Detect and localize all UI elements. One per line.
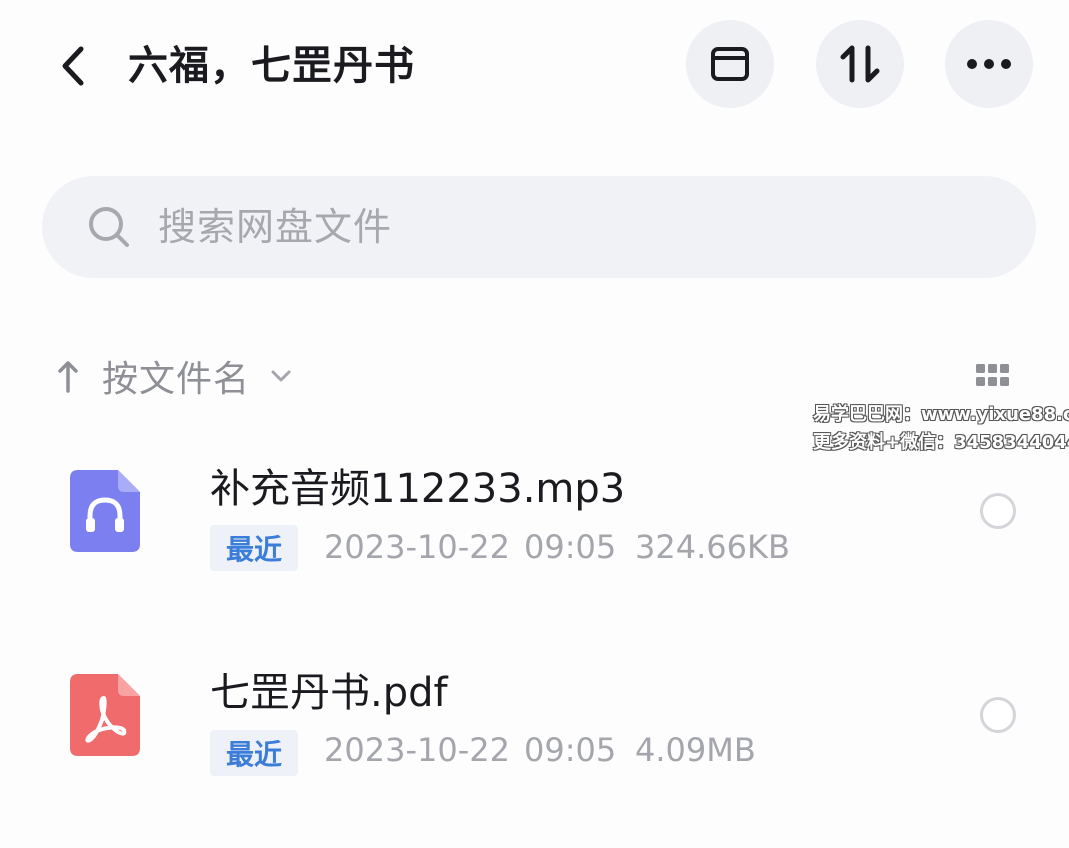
file-row-audio[interactable]: 补充音频112233.mp3 最近 2023-10-22 09:05 324.6… [0, 430, 1069, 610]
sort-selector[interactable]: 按文件名 [56, 346, 292, 406]
grid-view-icon [976, 364, 1009, 386]
file-date: 2023-10-22 [324, 528, 510, 566]
back-button[interactable] [48, 38, 96, 94]
chevron-left-icon [62, 46, 84, 86]
sort-label: 按文件名 [102, 359, 251, 400]
search-bar[interactable] [42, 176, 1036, 278]
archive-button[interactable] [686, 20, 774, 108]
pdf-file-icon [70, 674, 140, 756]
select-radio[interactable] [980, 697, 1016, 733]
file-date: 2023-10-22 [324, 731, 510, 769]
watermark-line1: 易学巴巴网：www.yixue88.cn [813, 404, 1069, 425]
select-radio[interactable] [980, 493, 1016, 529]
chevron-down-icon [271, 370, 291, 382]
archive-icon [711, 47, 749, 81]
file-size: 4.09MB [635, 731, 756, 769]
audio-file-icon [70, 470, 140, 552]
file-time: 09:05 [524, 731, 617, 769]
recent-badge: 最近 [210, 525, 299, 571]
sort-arrows-icon [840, 45, 880, 83]
sort-order-button[interactable] [816, 20, 904, 108]
sort-up-arrow-icon [58, 361, 78, 393]
file-name: 补充音频112233.mp3 [210, 466, 626, 512]
search-input[interactable] [156, 204, 1036, 250]
grid-view-button[interactable] [970, 356, 1014, 396]
more-button[interactable] [945, 20, 1033, 108]
page-title: 六福，七罡丹书 [128, 43, 415, 89]
file-row-pdf[interactable]: 七罡丹书.pdf 最近 2023-10-22 09:05 4.09MB [0, 634, 1069, 814]
file-name: 七罡丹书.pdf [210, 670, 448, 716]
file-time: 09:05 [524, 528, 617, 566]
recent-badge: 最近 [210, 730, 299, 776]
file-size: 324.66KB [635, 528, 790, 566]
search-icon [89, 207, 129, 247]
more-dots-icon [967, 59, 1011, 69]
